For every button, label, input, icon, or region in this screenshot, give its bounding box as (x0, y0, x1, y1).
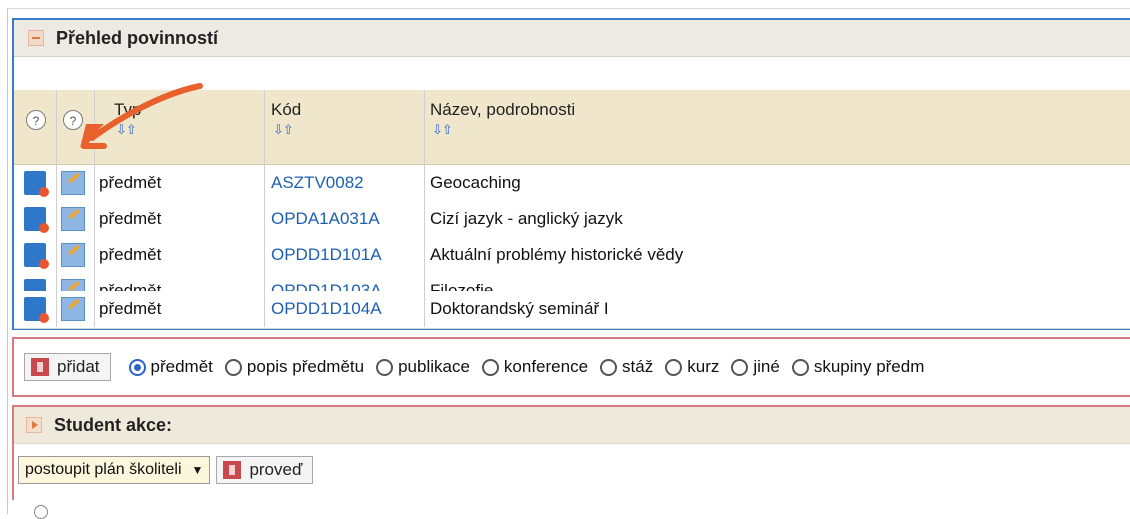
row-name: Doktorandský seminář I (430, 299, 609, 318)
chevron-down-icon: ▼ (191, 463, 204, 477)
column-divider (94, 291, 95, 327)
edit-icon[interactable] (61, 243, 85, 267)
row-type: předmět (99, 299, 162, 318)
row-code-link[interactable]: OPDD1D104A (271, 299, 382, 319)
run-icon (223, 461, 242, 479)
student-actions-title: Student akce: (54, 414, 173, 435)
table-row: předmět OPDD1D101A Aktuální problémy his… (14, 237, 1130, 274)
row-name: Geocaching (430, 173, 521, 192)
table-row: předmět ASZTV0082 Geocaching (14, 165, 1130, 202)
document-icon[interactable] (24, 207, 49, 233)
row-type: předmět (99, 173, 162, 192)
row-type: předmět (99, 209, 162, 228)
column-header-name: Název, podrobnosti (430, 100, 576, 119)
document-icon[interactable] (24, 297, 49, 323)
row-type: předmět (99, 245, 162, 264)
add-icon (31, 358, 49, 376)
add-button-label: přidat (57, 357, 100, 376)
annotation-arrow (80, 83, 203, 149)
expand-icon[interactable] (26, 417, 42, 433)
edit-icon[interactable] (61, 171, 85, 195)
edit-icon[interactable] (61, 297, 85, 321)
action-select-value: postoupit plán školiteli (25, 461, 182, 478)
radio-label: jiné (753, 357, 780, 376)
radio-label: kurz (687, 357, 720, 376)
column-divider (424, 291, 425, 327)
radio-icon[interactable] (481, 358, 499, 376)
radio-icon[interactable] (600, 358, 618, 376)
column-divider (264, 291, 265, 327)
radio-label: stáž (622, 357, 654, 376)
radio-staz[interactable]: stáž (600, 357, 653, 377)
radio-icon[interactable] (224, 358, 242, 376)
radio-skupiny-predmetu[interactable]: skupiny předm (791, 357, 925, 377)
radio-popis-predmetu[interactable]: popis předmětu (224, 357, 365, 377)
table-row: předmět OPDA1A031A Cizí jazyk - anglický… (14, 201, 1130, 238)
row-name: Aktuální problémy historické vědy (430, 245, 684, 264)
radio-icon[interactable] (791, 358, 809, 376)
edit-icon[interactable] (61, 207, 85, 231)
radio-kurz[interactable]: kurz (665, 357, 719, 377)
radio-label: skupiny předm (813, 357, 925, 376)
obligations-panel: Přehled povinností ? ? Typ ⇩⇧ Kód ⇩⇧ Náz… (12, 18, 1130, 330)
action-select[interactable]: postoupit plán školiteli ▼ (18, 456, 211, 484)
row-code-link[interactable]: ASZTV0082 (271, 173, 364, 193)
help-icon[interactable]: ? (26, 110, 46, 130)
radio-selected-icon[interactable] (128, 358, 146, 376)
help-icon[interactable] (34, 505, 48, 519)
radio-konference[interactable]: konference (481, 357, 589, 377)
radio-jine[interactable]: jiné (731, 357, 780, 377)
table-row: předmět OPDD1D104A Doktorandský seminář … (14, 291, 1130, 327)
add-obligation-bar: přidat předmět popis předmětu publikace … (12, 337, 1130, 397)
row-code-link[interactable]: OPDD1D101A (271, 245, 382, 265)
student-actions-panel: Student akce: postoupit plán školiteli ▼… (12, 405, 1130, 500)
radio-predmet[interactable]: předmět (128, 357, 213, 377)
radio-label: publikace (398, 357, 470, 376)
radio-label: konference (503, 357, 589, 376)
radio-label: předmět (150, 357, 213, 376)
row-code-link[interactable]: OPDA1A031A (271, 209, 380, 229)
run-button[interactable]: proveď (216, 456, 314, 484)
column-divider (56, 291, 57, 327)
obligations-panel-title: Přehled povinností (56, 27, 219, 48)
row-name: Cizí jazyk - anglický jazyk (430, 209, 623, 228)
radio-icon[interactable] (376, 358, 394, 376)
obligations-panel-header: Přehled povinností (14, 20, 1130, 57)
run-button-label: proveď (249, 460, 303, 479)
document-icon[interactable] (24, 171, 49, 197)
sort-arrows-icon[interactable]: ⇩⇧ (432, 122, 453, 138)
radio-icon[interactable] (665, 358, 683, 376)
document-icon[interactable] (24, 243, 49, 269)
sort-arrows-icon[interactable]: ⇩⇧ (273, 122, 294, 138)
radio-icon[interactable] (731, 358, 749, 376)
radio-publikace[interactable]: publikace (376, 357, 470, 377)
student-actions-body: postoupit plán školiteli ▼ proveď (18, 456, 1130, 484)
add-button[interactable]: přidat (24, 353, 111, 381)
student-actions-header: Student akce: (14, 407, 1130, 444)
radio-label: popis předmětu (246, 357, 365, 376)
collapse-icon[interactable] (28, 30, 44, 46)
obligation-type-radio-group: předmět popis předmětu publikace konfere… (128, 357, 937, 377)
column-header-code: Kód (271, 100, 302, 119)
